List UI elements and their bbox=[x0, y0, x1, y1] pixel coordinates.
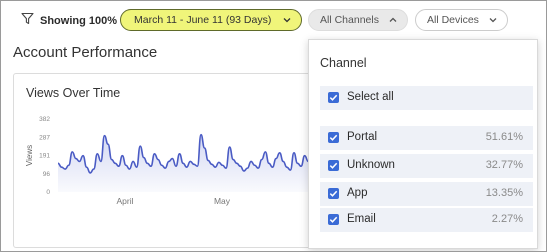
option-label: App bbox=[347, 187, 368, 199]
views-chart: 382 287 191 96 0 Views April May bbox=[25, 116, 344, 206]
channel-dropdown-menu: Channel Select all Portal 51.61% Unknown 32… bbox=[308, 39, 538, 249]
dropdown-heading: Channel bbox=[320, 56, 367, 70]
option-percent: 32.77% bbox=[485, 159, 523, 171]
x-tick-label: May bbox=[214, 196, 231, 206]
option-email[interactable]: Email 2.27% bbox=[320, 208, 533, 232]
x-tick-label: April bbox=[116, 196, 133, 206]
chevron-up-icon bbox=[388, 15, 398, 28]
chevron-down-icon bbox=[488, 15, 498, 28]
filter-toolbar: Showing 100% March 11 - June 11 (93 Days… bbox=[1, 1, 546, 41]
funnel-icon bbox=[21, 12, 34, 30]
page-title: Account Performance bbox=[13, 44, 158, 61]
filter-toggle[interactable]: Showing 100% bbox=[21, 12, 117, 30]
window: Showing 100% March 11 - June 11 (93 Days… bbox=[0, 0, 547, 252]
option-label: Email bbox=[347, 213, 376, 225]
date-range-label: March 11 - June 11 (93 Days) bbox=[134, 14, 272, 26]
date-range-picker[interactable]: March 11 - June 11 (93 Days) bbox=[120, 9, 302, 31]
series-area bbox=[58, 134, 344, 192]
option-unknown[interactable]: Unknown 32.77% bbox=[320, 154, 533, 178]
views-over-time-card: Views Over Time 382 287 191 96 0 Views April Ma… bbox=[13, 73, 344, 248]
chevron-down-icon bbox=[282, 15, 292, 28]
option-app[interactable]: App 13.35% bbox=[320, 182, 533, 206]
filter-percent-label: Showing 100% bbox=[40, 15, 118, 27]
y-axis-label: Views bbox=[25, 145, 34, 166]
channels-label: All Channels bbox=[320, 14, 379, 26]
y-tick-label: 382 bbox=[39, 116, 50, 123]
devices-label: All Devices bbox=[427, 14, 479, 26]
y-tick-label: 96 bbox=[43, 171, 51, 178]
option-label: Unknown bbox=[347, 159, 395, 171]
option-select-all[interactable]: Select all bbox=[320, 86, 533, 110]
option-percent: 2.27% bbox=[491, 213, 523, 225]
channels-dropdown[interactable]: All Channels bbox=[308, 9, 408, 31]
option-percent: 51.61% bbox=[485, 131, 523, 143]
checkbox-checked-icon[interactable] bbox=[328, 132, 339, 143]
checkbox-checked-icon[interactable] bbox=[328, 214, 339, 225]
checkbox-checked-icon[interactable] bbox=[328, 160, 339, 171]
option-percent: 13.35% bbox=[485, 187, 523, 199]
checkbox-checked-icon[interactable] bbox=[328, 92, 339, 103]
option-label: Select all bbox=[347, 91, 394, 103]
checkbox-checked-icon[interactable] bbox=[328, 188, 339, 199]
devices-dropdown[interactable]: All Devices bbox=[415, 9, 508, 31]
option-label: Portal bbox=[347, 131, 378, 143]
y-tick-label: 287 bbox=[39, 134, 50, 141]
y-tick-label: 191 bbox=[39, 153, 50, 160]
y-tick-label: 0 bbox=[46, 189, 50, 196]
option-portal[interactable]: Portal 51.61% bbox=[320, 126, 533, 150]
